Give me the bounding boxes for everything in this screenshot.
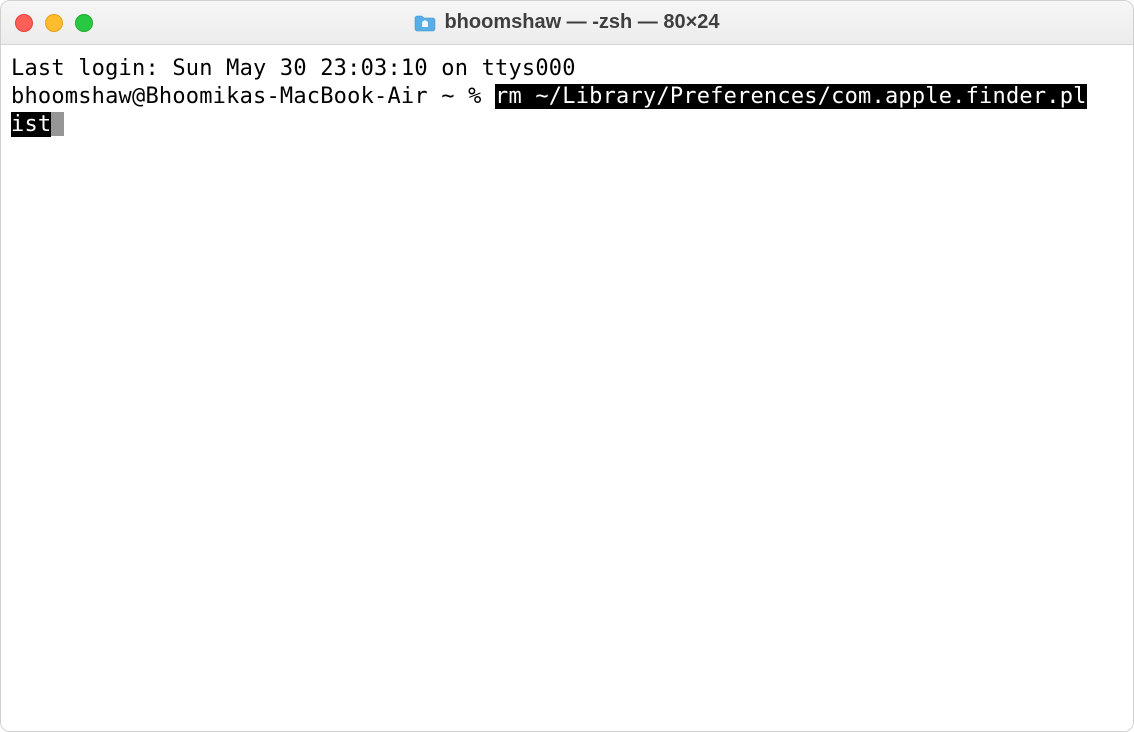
minimize-button[interactable] — [45, 14, 63, 32]
command-highlight-part2: ist — [11, 112, 51, 137]
window-title-wrap: bhoomshaw — -zsh — 80×24 — [1, 11, 1133, 34]
titlebar[interactable]: bhoomshaw — -zsh — 80×24 — [1, 1, 1133, 45]
shell-prompt: bhoomshaw@Bhoomikas-MacBook-Air ~ % — [11, 84, 495, 109]
home-folder-icon — [414, 14, 436, 32]
terminal-viewport[interactable]: Last login: Sun May 30 23:03:10 on ttys0… — [1, 45, 1133, 731]
last-login-line: Last login: Sun May 30 23:03:10 on ttys0… — [11, 55, 1121, 83]
maximize-button[interactable] — [75, 14, 93, 32]
terminal-window: bhoomshaw — -zsh — 80×24 Last login: Sun… — [0, 0, 1134, 732]
traffic-lights — [15, 14, 93, 32]
prompt-line: bhoomshaw@Bhoomikas-MacBook-Air ~ % rm ~… — [11, 83, 1121, 111]
close-button[interactable] — [15, 14, 33, 32]
terminal-cursor — [51, 112, 64, 136]
command-highlight-part1: rm ~/Library/Preferences/com.apple.finde… — [495, 84, 1087, 109]
window-title: bhoomshaw — -zsh — 80×24 — [444, 11, 719, 34]
